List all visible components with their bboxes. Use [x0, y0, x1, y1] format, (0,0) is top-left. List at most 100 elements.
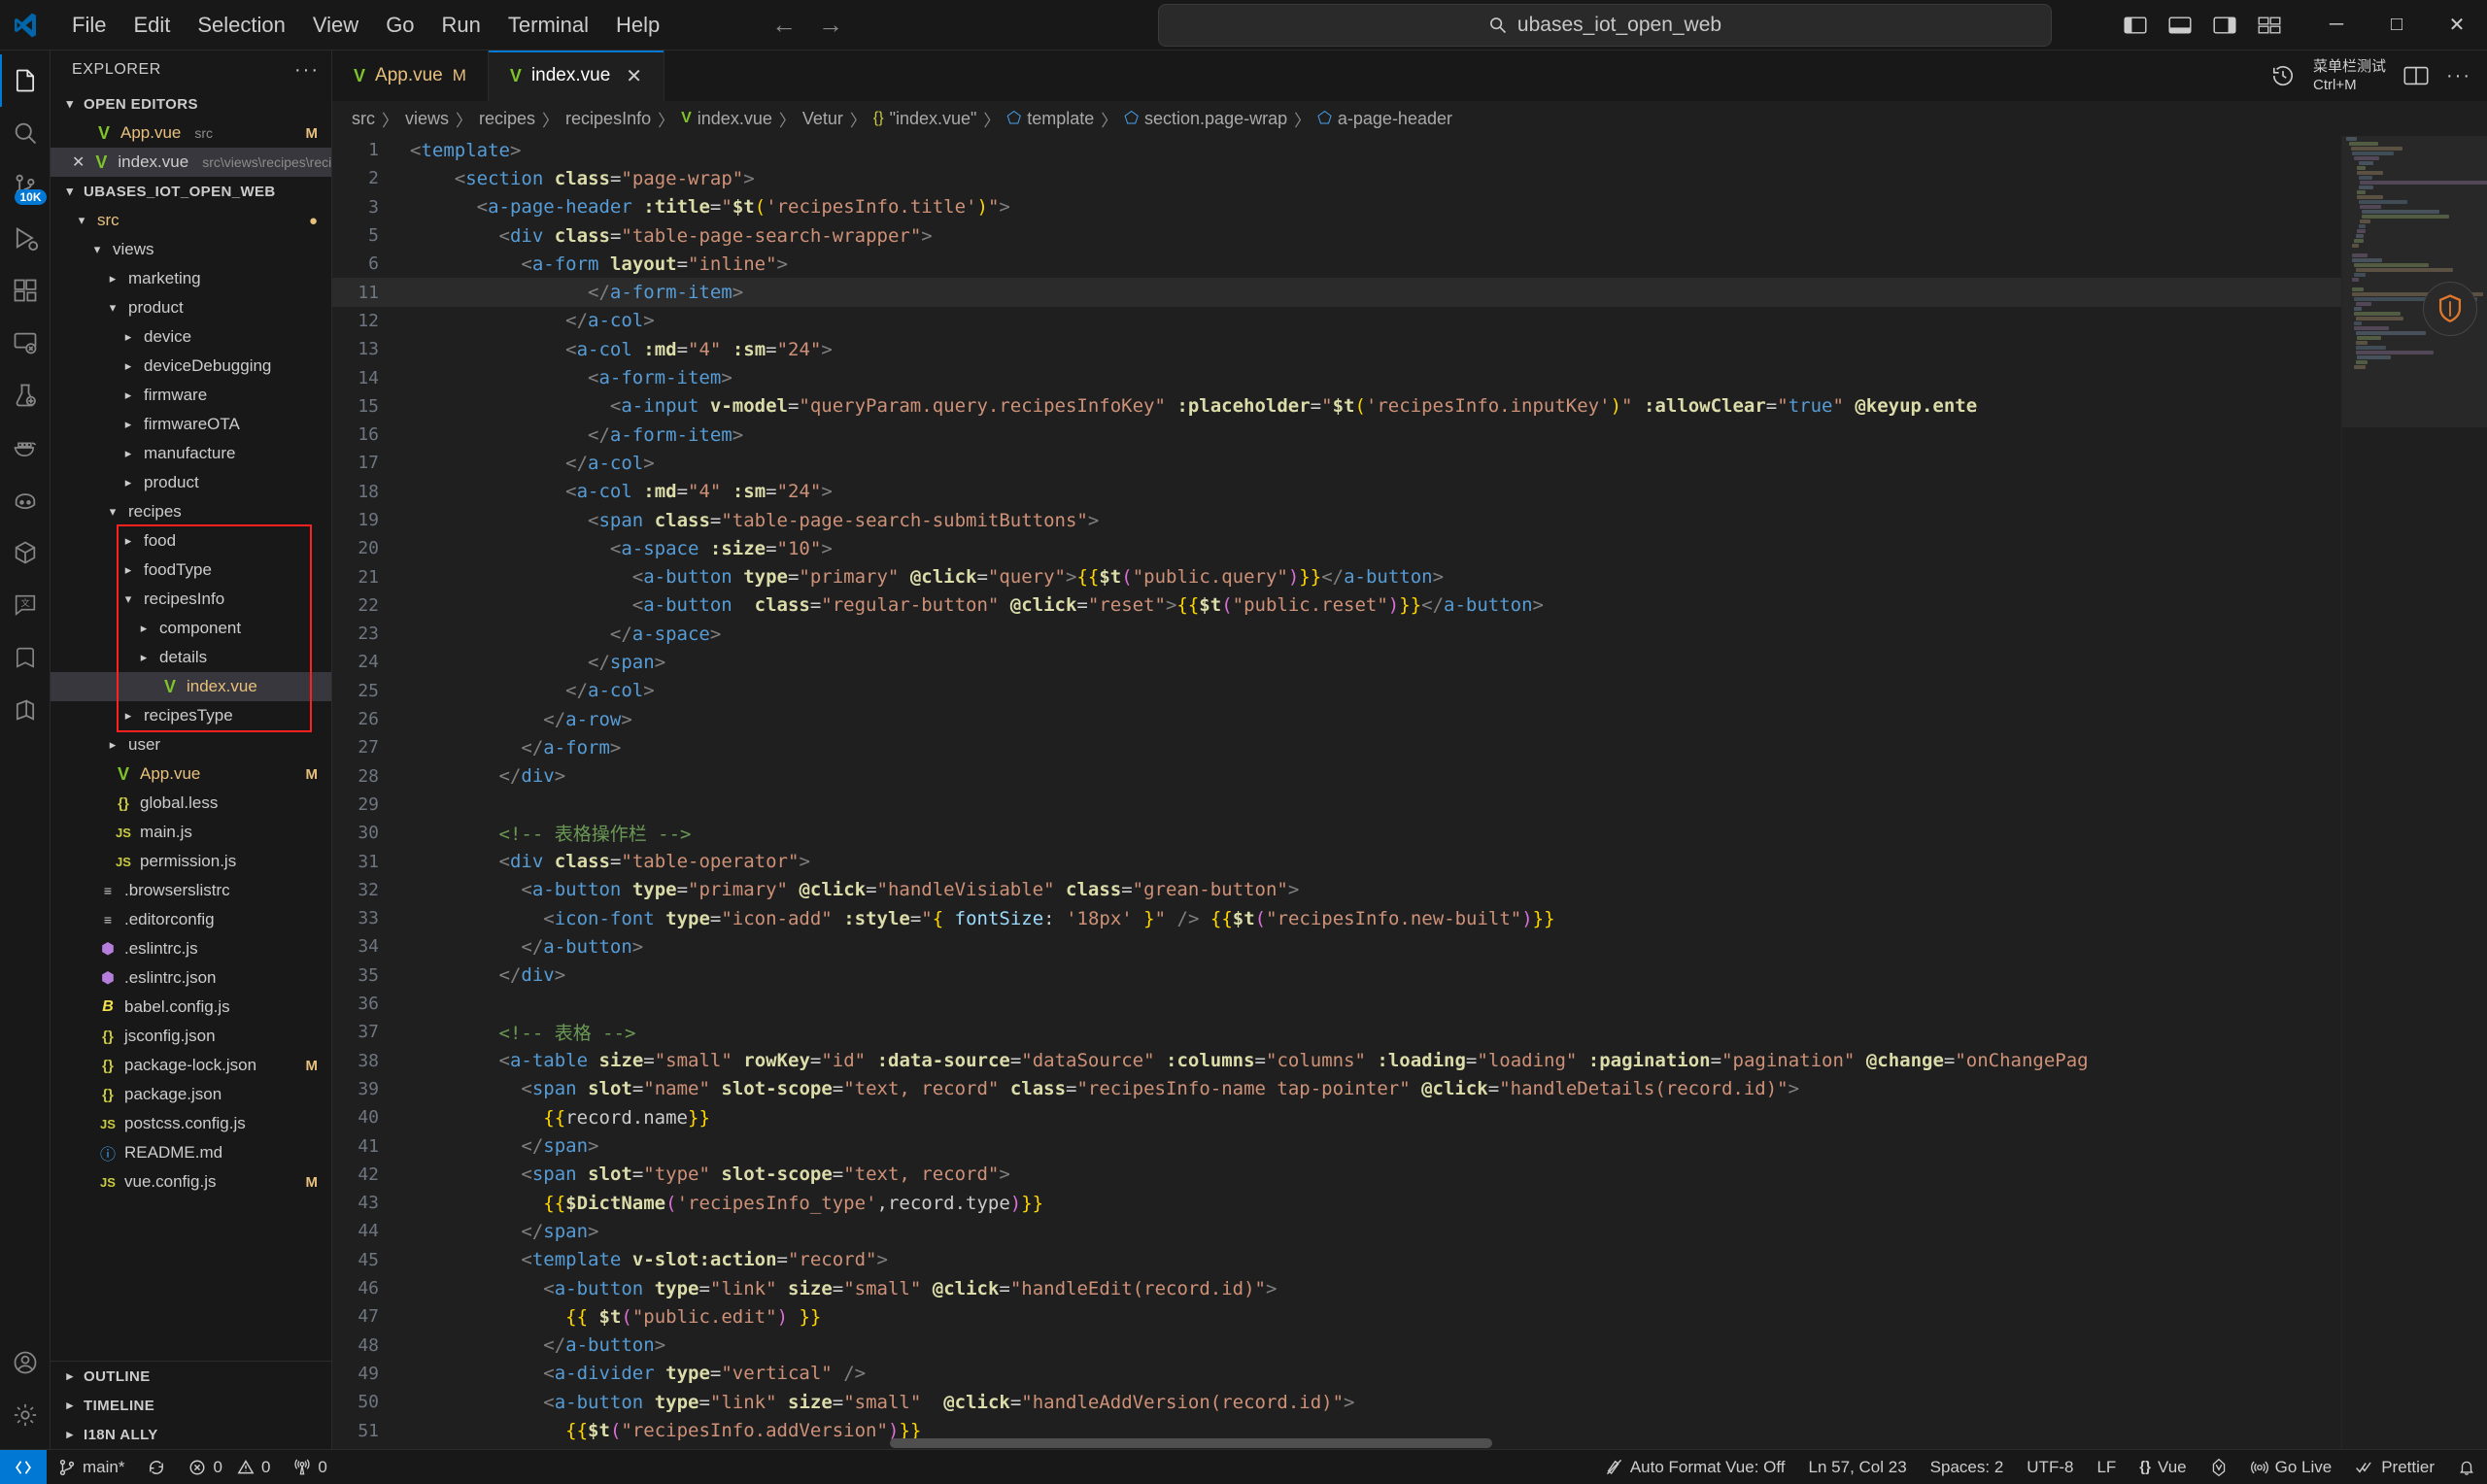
menu-bar[interactable]: FileEditSelectionViewGoRunTerminalHelp [58, 8, 673, 43]
code-line[interactable]: 49 <a-divider type="vertical" /> [332, 1360, 2341, 1388]
open-editor-index-vue[interactable]: ✕ V index.vue src\views\recipes\recipesI… [51, 148, 331, 177]
tree-file-postcss-config-js[interactable]: JSpostcss.config.js [51, 1109, 331, 1138]
status-eol[interactable]: LF [2085, 1450, 2128, 1484]
tree-folder-recipesinfo[interactable]: ▾recipesInfo [51, 585, 331, 614]
breadcrumb-item-template[interactable]: ⬠template [1006, 109, 1094, 129]
activity-copilot[interactable] [0, 474, 51, 526]
tree-file-main-js[interactable]: JSmain.js [51, 818, 331, 847]
activity-test-explorer[interactable] [0, 369, 51, 422]
activity-remote-explorer[interactable] [0, 317, 51, 369]
toggle-primary-sidebar-icon[interactable] [2116, 8, 2155, 43]
breadcrumb-item-section-page-wrap[interactable]: ⬠section.page-wrap [1124, 109, 1287, 129]
activity-project-manager[interactable] [0, 526, 51, 579]
section-timeline[interactable]: ▸ TIMELINE [51, 1391, 331, 1420]
tree-folder-firmware[interactable]: ▸firmware [51, 381, 331, 410]
section-project[interactable]: ▾ UBASES_IOT_OPEN_WEB [51, 177, 331, 206]
code-line[interactable]: 27 </a-form> [332, 733, 2341, 761]
toggle-secondary-sidebar-icon[interactable] [2205, 8, 2244, 43]
menu-view[interactable]: View [299, 8, 372, 43]
tree-folder-devicedebugging[interactable]: ▸deviceDebugging [51, 352, 331, 381]
minimap[interactable] [2341, 136, 2487, 1449]
code-line[interactable]: 26 </a-row> [332, 705, 2341, 733]
code-line[interactable]: 23 </a-space> [332, 620, 2341, 648]
tab-index-vue[interactable]: V index.vue ✕ [489, 51, 664, 101]
code-line[interactable]: 28 </div> [332, 762, 2341, 791]
tree-file--browserslistrc[interactable]: ≡.browserslistrc [51, 876, 331, 905]
status-problems[interactable]: 0 0 [177, 1450, 282, 1484]
activity-run-and-debug[interactable] [0, 212, 51, 264]
menu-file[interactable]: File [58, 8, 119, 43]
menu-help[interactable]: Help [602, 8, 673, 43]
code-line[interactable]: 35 </div> [332, 961, 2341, 990]
brave-shield-icon[interactable] [2423, 282, 2477, 336]
breadcrumb-item--index-vue-[interactable]: {}"index.vue" [873, 109, 977, 129]
tree-file-babel-config-js[interactable]: Bbabel.config.js [51, 993, 331, 1022]
menu-run[interactable]: Run [428, 8, 494, 43]
code-line[interactable]: 17 </a-col> [332, 449, 2341, 477]
breadcrumb-item-recipes[interactable]: recipes [479, 109, 535, 129]
status-vetur[interactable] [2198, 1450, 2239, 1484]
tree-folder-product[interactable]: ▸product [51, 468, 331, 497]
tree-file-app-vue[interactable]: VApp.vueM [51, 759, 331, 789]
code-line[interactable]: 3 <a-page-header :title="$t('recipesInfo… [332, 193, 2341, 221]
quick-search-bar[interactable]: ubases_iot_open_web [1158, 4, 2052, 47]
code-line[interactable]: 44 </span> [332, 1217, 2341, 1245]
menu-selection[interactable]: Selection [184, 8, 299, 43]
activity-explorer[interactable] [0, 54, 51, 107]
section-i18n-ally[interactable]: ▸ I18N ALLY [51, 1420, 331, 1449]
breadcrumb-item-vetur[interactable]: Vetur [802, 109, 843, 129]
code-line[interactable]: 33 <icon-font type="icon-add" :style="{ … [332, 904, 2341, 932]
code-line[interactable]: 42 <span slot="type" slot-scope="text, r… [332, 1161, 2341, 1189]
code-line[interactable]: 46 <a-button type="link" size="small" @c… [332, 1274, 2341, 1302]
menu-go[interactable]: Go [372, 8, 427, 43]
layout-controls[interactable] [2116, 8, 2289, 43]
history-icon[interactable] [2270, 63, 2296, 88]
code-line[interactable]: 34 </a-button> [332, 932, 2341, 961]
breadcrumb-item-recipesinfo[interactable]: recipesInfo [565, 109, 651, 129]
code-line[interactable]: 30 <!-- 表格操作栏 --> [332, 819, 2341, 847]
status-branch[interactable]: main* [47, 1450, 136, 1484]
code-line[interactable]: 36 [332, 990, 2341, 1018]
code-line[interactable]: 19 <span class="table-page-search-submit… [332, 506, 2341, 534]
customize-layout-icon[interactable] [2250, 8, 2289, 43]
tree-file-package-lock-json[interactable]: {}package-lock.jsonM [51, 1051, 331, 1080]
tree-folder-marketing[interactable]: ▸marketing [51, 264, 331, 293]
code-line[interactable]: 31 <div class="table-operator"> [332, 847, 2341, 875]
activity-extensions[interactable] [0, 264, 51, 317]
status-editor-position[interactable]: Ln 57, Col 23 [1797, 1450, 1919, 1484]
status-sync[interactable] [136, 1450, 177, 1484]
activity-settings[interactable] [0, 1389, 51, 1441]
code-line[interactable]: 11 </a-form-item> [332, 278, 2341, 306]
breadcrumb-item-src[interactable]: src [352, 109, 375, 129]
code-line[interactable]: 21 <a-button type="primary" @click="quer… [332, 562, 2341, 590]
code-line[interactable]: 37 <!-- 表格 --> [332, 1018, 2341, 1046]
code-line[interactable]: 29 [332, 791, 2341, 819]
maximize-button[interactable]: □ [2367, 0, 2427, 51]
code-line[interactable]: 41 </span> [332, 1131, 2341, 1160]
activity-git-graph[interactable] [0, 684, 51, 736]
status-go-live[interactable]: Go Live [2239, 1450, 2344, 1484]
tree-file--editorconfig[interactable]: ≡.editorconfig [51, 905, 331, 934]
tree-file--eslintrc-js[interactable]: ⬢.eslintrc.js [51, 934, 331, 963]
editor-more-actions-icon[interactable]: ··· [2446, 65, 2471, 87]
close-button[interactable]: ✕ [2427, 0, 2487, 51]
remote-indicator[interactable] [0, 1450, 47, 1484]
tree-folder-foodtype[interactable]: ▸foodType [51, 556, 331, 585]
forward-arrow-icon[interactable]: → [814, 10, 847, 40]
activity-todo-tree[interactable] [0, 631, 51, 684]
code-line[interactable]: 20 <a-space :size="10"> [332, 534, 2341, 562]
tab-app-vue[interactable]: V App.vue M [332, 51, 489, 101]
breadcrumb[interactable]: src〉views〉recipes〉recipesInfo〉Vindex.vue… [332, 101, 2487, 136]
activity-accounts[interactable] [0, 1336, 51, 1389]
code-line[interactable]: 50 <a-button type="link" size="small" @c… [332, 1388, 2341, 1416]
status-prettier[interactable]: Prettier [2343, 1450, 2446, 1484]
code-line[interactable]: 18 <a-col :md="4" :sm="24"> [332, 478, 2341, 506]
code-line[interactable]: 32 <a-button type="primary" @click="hand… [332, 876, 2341, 904]
scrollbar-thumb[interactable] [890, 1438, 1492, 1448]
tree-folder-food[interactable]: ▸food [51, 526, 331, 556]
code-line[interactable]: 16 </a-form-item> [332, 421, 2341, 449]
tree-file-jsconfig-json[interactable]: {}jsconfig.json [51, 1022, 331, 1051]
code-line[interactable]: 48 </a-button> [332, 1331, 2341, 1359]
tree-folder-user[interactable]: ▸user [51, 730, 331, 759]
tree-file-index-vue[interactable]: Vindex.vue [51, 672, 331, 701]
